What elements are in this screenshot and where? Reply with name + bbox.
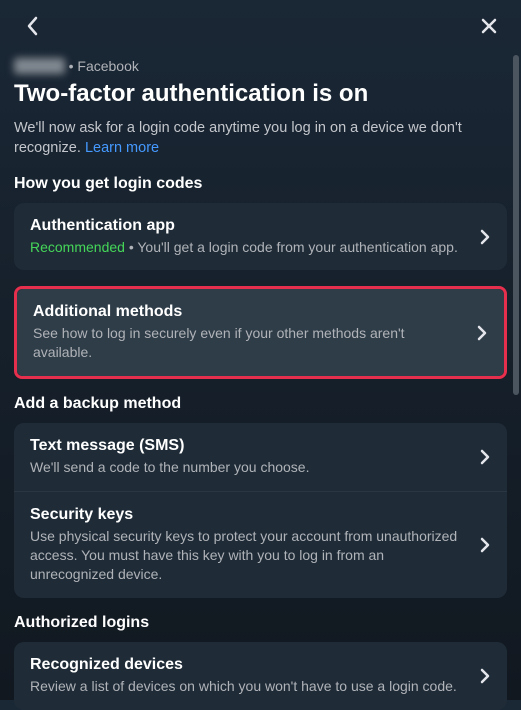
chevron-left-icon: [25, 15, 39, 37]
recommended-label: Recommended: [30, 239, 125, 255]
section-heading-authorized: Authorized logins: [14, 614, 507, 632]
breadcrumb: Acco nt • Facebook: [14, 58, 507, 74]
section-heading-login-codes: How you get login codes: [14, 175, 507, 193]
security-keys-title: Security keys: [30, 506, 467, 524]
security-keys-desc: Use physical security keys to protect yo…: [30, 527, 467, 584]
auth-app-desc: Recommended • You'll get a login code fr…: [30, 238, 467, 257]
platform-label: Facebook: [77, 58, 138, 74]
chevron-right-icon: [479, 666, 491, 686]
scrollbar[interactable]: [513, 55, 519, 395]
additional-methods-title: Additional methods: [33, 303, 464, 321]
sms-title: Text message (SMS): [30, 437, 467, 455]
close-icon: [479, 16, 499, 36]
authentication-app-item[interactable]: Authentication app Recommended • You'll …: [14, 203, 507, 271]
auth-app-title: Authentication app: [30, 217, 467, 235]
close-button[interactable]: [475, 12, 503, 40]
chevron-right-icon: [479, 535, 491, 555]
sms-desc: We'll send a code to the number you choo…: [30, 458, 467, 477]
additional-methods-item[interactable]: Additional methods See how to log in sec…: [17, 289, 504, 376]
recognized-devices-title: Recognized devices: [30, 656, 467, 674]
recognized-devices-desc: Review a list of devices on which you wo…: [30, 677, 467, 696]
chevron-right-icon: [479, 447, 491, 467]
security-keys-item[interactable]: Security keys Use physical security keys…: [14, 491, 507, 598]
page-subtitle: We'll now ask for a login code anytime y…: [14, 118, 507, 159]
page-title: Two-factor authentication is on: [14, 80, 507, 108]
additional-methods-desc: See how to log in securely even if your …: [33, 324, 464, 362]
learn-more-link[interactable]: Learn more: [85, 140, 159, 156]
chevron-right-icon: [476, 323, 488, 343]
account-name-blurred: Acco nt: [14, 58, 65, 74]
chevron-right-icon: [479, 227, 491, 247]
sms-item[interactable]: Text message (SMS) We'll send a code to …: [14, 423, 507, 491]
back-button[interactable]: [18, 12, 46, 40]
section-heading-backup: Add a backup method: [14, 395, 507, 413]
